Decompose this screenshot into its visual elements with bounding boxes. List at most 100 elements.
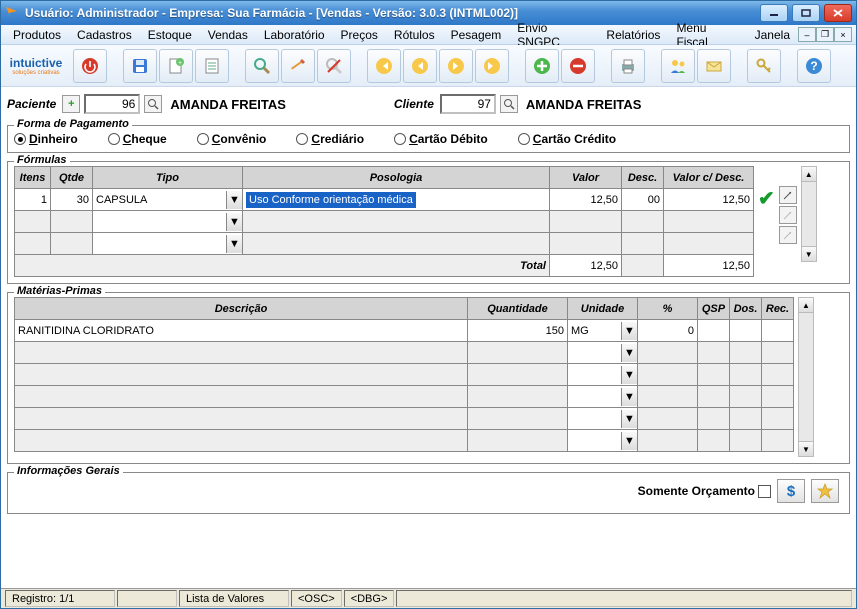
- mcol-dos: Dos.: [730, 298, 762, 320]
- client-id-input[interactable]: [440, 94, 496, 114]
- menu-produtos[interactable]: Produtos: [5, 26, 69, 44]
- menu-relatorios[interactable]: Relatórios: [598, 26, 668, 44]
- menu-rotulos[interactable]: Rótulos: [386, 26, 443, 44]
- row-action-2-button[interactable]: [779, 206, 797, 224]
- cell-posologia[interactable]: Uso Conforme orientação médica: [243, 189, 550, 211]
- mcol-qtd: Quantidade: [468, 298, 568, 320]
- payment-option-convênio[interactable]: Convênio: [197, 132, 267, 146]
- scroll-up-icon[interactable]: ▲: [802, 167, 816, 182]
- menu-estoque[interactable]: Estoque: [140, 26, 200, 44]
- menu-precos[interactable]: Preços: [333, 26, 386, 44]
- mcell-un[interactable]: MG▼: [568, 320, 638, 342]
- menu-janela[interactable]: Janela: [747, 26, 798, 44]
- unidade-dropdown-icon[interactable]: ▼: [621, 410, 637, 428]
- print-button[interactable]: [611, 49, 645, 83]
- cell-qtde[interactable]: 30: [51, 189, 93, 211]
- search-patient-button[interactable]: [144, 95, 162, 113]
- unidade-dropdown-icon[interactable]: ▼: [621, 322, 637, 340]
- minimize-button[interactable]: [760, 4, 788, 22]
- somente-orcamento-checkbox[interactable]: Somente Orçamento: [638, 484, 771, 498]
- mcell-desc[interactable]: RANITIDINA CLORIDRATO: [15, 320, 468, 342]
- add-record-button[interactable]: [525, 49, 559, 83]
- edit-button[interactable]: [281, 49, 315, 83]
- menu-laboratorio[interactable]: Laboratório: [256, 26, 333, 44]
- patient-id-input[interactable]: [84, 94, 140, 114]
- tipo-dropdown-icon[interactable]: ▼: [226, 235, 242, 253]
- cell-valor-desc[interactable]: 12,50: [664, 189, 754, 211]
- next-record-button[interactable]: [439, 49, 473, 83]
- col-valor-desc: Valor c/ Desc.: [664, 167, 754, 189]
- cell-tipo[interactable]: CAPSULA ▼: [93, 189, 243, 211]
- mcell-dos[interactable]: [730, 320, 762, 342]
- materia-row[interactable]: RANITIDINA CLORIDRATO 150 MG▼ 0: [15, 320, 794, 342]
- status-blank1: [117, 590, 177, 607]
- unidade-dropdown-icon[interactable]: ▼: [621, 366, 637, 384]
- unidade-dropdown-icon[interactable]: ▼: [621, 344, 637, 362]
- cell-itens[interactable]: 1: [15, 189, 51, 211]
- cell-desc[interactable]: 00: [622, 189, 664, 211]
- mcol-desc: Descrição: [15, 298, 468, 320]
- help-button[interactable]: ?: [797, 49, 831, 83]
- row-action-3-button[interactable]: [779, 226, 797, 244]
- menu-pesagem[interactable]: Pesagem: [443, 26, 510, 44]
- menu-vendas[interactable]: Vendas: [200, 26, 256, 44]
- tipo-dropdown-icon[interactable]: ▼: [226, 213, 242, 231]
- tipo-dropdown-icon[interactable]: ▼: [226, 191, 242, 209]
- mail-button[interactable]: [697, 49, 731, 83]
- payment-fieldset: Forma de Pagamento DinheiroChequeConvêni…: [7, 125, 850, 153]
- formulas-fieldset: Fórmulas Itens Qtde Tipo Posologia Valor…: [7, 161, 850, 284]
- info-fieldset: Informações Gerais Somente Orçamento $: [7, 472, 850, 514]
- mcell-qsp[interactable]: [698, 320, 730, 342]
- total-valor-desc: 12,50: [664, 255, 754, 277]
- scroll-down-icon[interactable]: ▼: [799, 441, 813, 456]
- prev-record-button[interactable]: [403, 49, 437, 83]
- mdi-restore-button[interactable]: ❐: [816, 27, 834, 42]
- new-doc-button[interactable]: +: [159, 49, 193, 83]
- search-client-button[interactable]: [500, 95, 518, 113]
- row-action-1-button[interactable]: [779, 186, 797, 204]
- status-filler: [396, 590, 852, 607]
- add-patient-button[interactable]: +: [62, 95, 80, 113]
- save-button[interactable]: [123, 49, 157, 83]
- currency-button[interactable]: $: [777, 479, 805, 503]
- formula-row[interactable]: 1 30 CAPSULA ▼ Uso Conforme orientação m…: [15, 189, 754, 211]
- star-button[interactable]: [811, 479, 839, 503]
- payment-option-cartão-crédito[interactable]: Cartão Crédito: [518, 132, 616, 146]
- mcell-qtd[interactable]: 150: [468, 320, 568, 342]
- clear-search-button[interactable]: [317, 49, 351, 83]
- scroll-down-icon[interactable]: ▼: [802, 246, 816, 261]
- menu-cadastros[interactable]: Cadastros: [69, 26, 140, 44]
- content-area: Paciente + AMANDA FREITAS Cliente AMANDA…: [1, 87, 856, 588]
- maximize-button[interactable]: [792, 4, 820, 22]
- scroll-up-icon[interactable]: ▲: [799, 298, 813, 313]
- client-label: Cliente: [394, 97, 436, 111]
- patient-label: Paciente: [7, 97, 58, 111]
- formulas-scrollbar[interactable]: ▲ ▼: [801, 166, 817, 262]
- delete-record-button[interactable]: [561, 49, 595, 83]
- payment-legend: Forma de Pagamento: [14, 118, 132, 130]
- cell-valor[interactable]: 12,50: [550, 189, 622, 211]
- client-name: AMANDA FREITAS: [522, 97, 642, 112]
- payment-option-dinheiro[interactable]: Dinheiro: [14, 132, 78, 146]
- materias-scrollbar[interactable]: ▲ ▼: [798, 297, 814, 457]
- brand-name: intuictive: [10, 56, 63, 70]
- payment-option-crediário[interactable]: Crediário: [296, 132, 364, 146]
- power-button[interactable]: [73, 49, 107, 83]
- last-record-button[interactable]: [475, 49, 509, 83]
- close-button[interactable]: [824, 4, 852, 22]
- payment-option-cartão-débito[interactable]: Cartão Débito: [394, 132, 488, 146]
- users-button[interactable]: [661, 49, 695, 83]
- mcell-rec[interactable]: [762, 320, 794, 342]
- keys-button[interactable]: [747, 49, 781, 83]
- search-button[interactable]: [245, 49, 279, 83]
- radio-icon: [197, 133, 209, 145]
- mdi-minimize-button[interactable]: –: [798, 27, 816, 42]
- first-record-button[interactable]: [367, 49, 401, 83]
- payment-option-cheque[interactable]: Cheque: [108, 132, 167, 146]
- confirm-icon[interactable]: ✔: [758, 186, 775, 211]
- doc-list-button[interactable]: [195, 49, 229, 83]
- mdi-close-button[interactable]: ×: [834, 27, 852, 42]
- mcell-pct[interactable]: 0: [638, 320, 698, 342]
- unidade-dropdown-icon[interactable]: ▼: [621, 388, 637, 406]
- unidade-dropdown-icon[interactable]: ▼: [621, 432, 637, 450]
